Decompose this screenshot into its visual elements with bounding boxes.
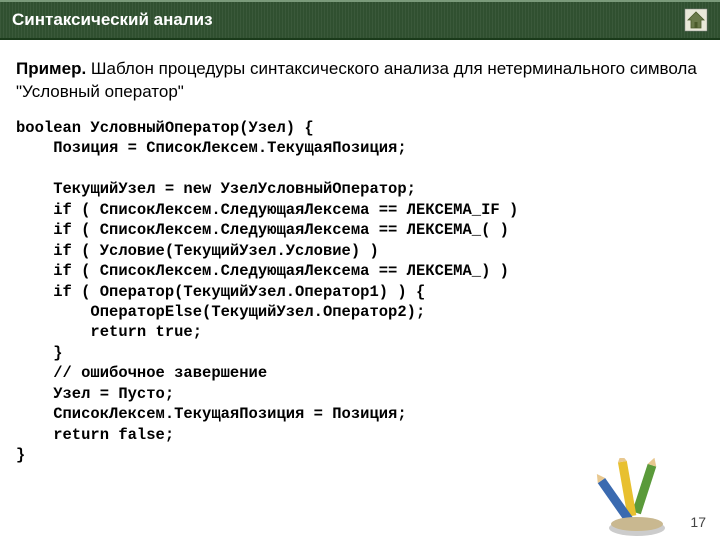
code-block: boolean УсловныйОператор(Узел) { Позиция… [16, 118, 704, 466]
example-body: Шаблон процедуры синтаксического анализа… [16, 59, 697, 101]
code-line: // ошибочное завершение [16, 364, 267, 382]
code-line: } [16, 446, 25, 464]
home-icon[interactable] [684, 8, 708, 32]
code-line: return false; [16, 426, 174, 444]
example-prefix: Пример. [16, 59, 86, 78]
slide-header: Синтаксический анализ [0, 0, 720, 40]
code-line: ТекущийУзел = new УзелУсловныйОператор; [16, 180, 416, 198]
code-line: if ( СписокЛексем.СледующаяЛексема == ЛЕ… [16, 201, 518, 219]
code-line: boolean УсловныйОператор(Узел) { [16, 119, 314, 137]
code-line: if ( СписокЛексем.СледующаяЛексема == ЛЕ… [16, 262, 509, 280]
pencils-decoration-icon [592, 458, 682, 538]
slide-title: Синтаксический анализ [12, 10, 213, 30]
code-line: if ( СписокЛексем.СледующаяЛексема == ЛЕ… [16, 221, 509, 239]
code-line: if ( Оператор(ТекущийУзел.Оператор1) ) { [16, 283, 425, 301]
code-line: Узел = Пусто; [16, 385, 174, 403]
slide-content: Пример. Шаблон процедуры синтаксического… [0, 40, 720, 466]
code-line: } [16, 344, 63, 362]
code-line: if ( Условие(ТекущийУзел.Условие) ) [16, 242, 379, 260]
page-number: 17 [690, 514, 706, 530]
code-line: Позиция = СписокЛексем.ТекущаяПозиция; [16, 139, 407, 157]
code-line: return true; [16, 323, 202, 341]
example-text: Пример. Шаблон процедуры синтаксического… [16, 58, 704, 104]
code-line: ОператорElse(ТекущийУзел.Оператор2); [16, 303, 425, 321]
code-line: СписокЛексем.ТекущаяПозиция = Позиция; [16, 405, 407, 423]
